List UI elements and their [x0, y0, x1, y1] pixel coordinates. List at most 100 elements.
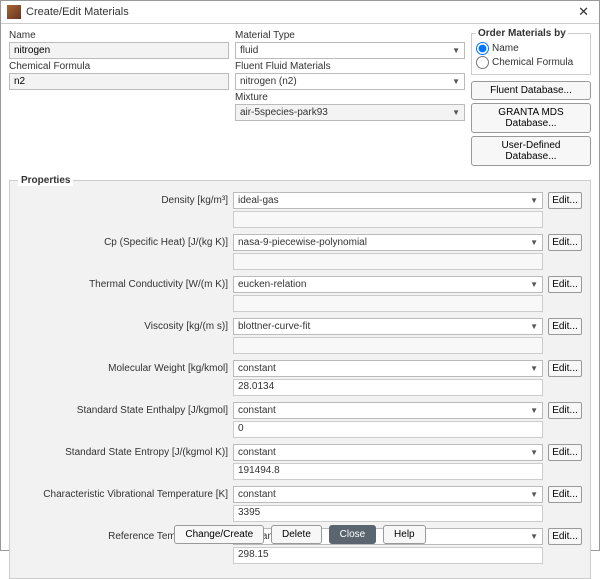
name-input[interactable]: [9, 42, 229, 59]
property-edit-button[interactable]: Edit...: [548, 402, 582, 419]
property-edit-button[interactable]: Edit...: [548, 360, 582, 377]
chevron-down-icon: ▼: [530, 364, 538, 373]
property-value-row: 0: [233, 421, 582, 438]
property-value-row: [233, 253, 582, 270]
property-row: Characteristic Vibrational Temperature […: [18, 486, 582, 503]
delete-button[interactable]: Delete: [271, 525, 322, 544]
property-value-row: 298.15: [233, 547, 582, 564]
fluid-materials-select[interactable]: nitrogen (n2) ▼: [235, 73, 465, 90]
fluent-database-button[interactable]: Fluent Database...: [471, 81, 591, 100]
spacer: [548, 379, 582, 396]
property-method-value: eucken-relation: [238, 279, 306, 290]
change-create-button[interactable]: Change/Create: [174, 525, 264, 544]
order-legend: Order Materials by: [476, 28, 568, 39]
property-method-select[interactable]: ideal-gas ▼: [233, 192, 543, 209]
order-by-formula[interactable]: Chemical Formula: [476, 56, 586, 69]
property-edit-button[interactable]: Edit...: [548, 234, 582, 251]
property-value-row: [233, 211, 582, 228]
order-formula-radio[interactable]: [476, 56, 489, 69]
chevron-down-icon: ▼: [530, 238, 538, 247]
property-value-input[interactable]: 0: [233, 421, 543, 438]
property-edit-button[interactable]: Edit...: [548, 486, 582, 503]
granta-database-button[interactable]: GRANTA MDS Database...: [471, 103, 591, 133]
chevron-down-icon: ▼: [530, 448, 538, 457]
chevron-down-icon: ▼: [452, 77, 460, 86]
property-row: Density [kg/m³] ideal-gas ▼ Edit...: [18, 192, 582, 209]
app-icon: [7, 5, 21, 19]
footer: Change/Create Delete Close Help: [1, 525, 599, 544]
property-method-value: constant: [238, 489, 276, 500]
property-method-value: ideal-gas: [238, 195, 279, 206]
order-name-radio[interactable]: [476, 42, 489, 55]
chevron-down-icon: ▼: [452, 108, 460, 117]
close-button[interactable]: Close: [329, 525, 377, 544]
mixture-select[interactable]: air-5species-park93 ▼: [235, 104, 465, 121]
user-database-button[interactable]: User-Defined Database...: [471, 136, 591, 166]
property-label: Thermal Conductivity [W/(m K)]: [18, 279, 228, 290]
material-type-select[interactable]: fluid ▼: [235, 42, 465, 59]
property-row: Standard State Enthalpy [J/kgmol]constan…: [18, 402, 582, 419]
property-row: Cp (Specific Heat) [J/(kg K)] nasa-9-piec…: [18, 234, 582, 251]
fluid-materials-label: Fluent Fluid Materials: [235, 61, 465, 72]
chevron-down-icon: ▼: [530, 322, 538, 331]
spacer: [548, 211, 582, 228]
property-row: Viscosity [kg/(m s)] blottner-curve-fit ▼ E…: [18, 318, 582, 335]
property-method-value: constant: [238, 363, 276, 374]
material-type-label: Material Type: [235, 30, 465, 41]
property-method-select[interactable]: constant ▼: [233, 360, 543, 377]
property-method-value: constant: [238, 447, 276, 458]
chevron-down-icon: ▼: [530, 280, 538, 289]
property-value-input: [233, 253, 543, 270]
property-method-select[interactable]: constant ▼: [233, 486, 543, 503]
properties-list: Density [kg/m³]ideal-gas▼Edit...Cp (Spec…: [18, 192, 582, 564]
property-method-select[interactable]: blottner-curve-fit ▼: [233, 318, 543, 335]
property-label: Cp (Specific Heat) [J/(kg K)]: [18, 237, 228, 248]
property-value-input[interactable]: 191494.8: [233, 463, 543, 480]
property-value-input: [233, 337, 543, 354]
material-type-value: fluid: [240, 45, 258, 56]
order-by-name[interactable]: Name: [476, 42, 586, 55]
fluid-materials-value: nitrogen (n2): [240, 76, 297, 87]
close-icon[interactable]: ✕: [574, 4, 593, 20]
property-method-value: blottner-curve-fit: [238, 321, 310, 332]
spacer: [548, 547, 582, 564]
property-row: Molecular Weight [kg/kmol] constant ▼ Edit.…: [18, 360, 582, 377]
property-method-select[interactable]: constant▼: [233, 402, 543, 419]
property-method-select[interactable]: nasa-9-piecewise-polynomial▼: [233, 234, 543, 251]
col-mid: Material Type fluid ▼ Fluent Fluid Mater…: [235, 28, 465, 169]
chevron-down-icon: ▼: [530, 490, 538, 499]
name-label: Name: [9, 30, 229, 41]
help-button[interactable]: Help: [383, 525, 426, 544]
titlebar: Create/Edit Materials ✕: [1, 1, 599, 24]
formula-input[interactable]: [9, 73, 229, 90]
spacer: [548, 253, 582, 270]
property-value-input[interactable]: 298.15: [233, 547, 543, 564]
property-label: Viscosity [kg/(m s)]: [18, 321, 228, 332]
property-value-row: [233, 295, 582, 312]
property-value-row: 191494.8: [233, 463, 582, 480]
property-value-row: [233, 337, 582, 354]
property-method-select[interactable]: eucken-relation ▼: [233, 276, 543, 293]
dialog: Create/Edit Materials ✕ Name Chemical Fo…: [0, 0, 600, 551]
property-label: Characteristic Vibrational Temperature […: [18, 489, 228, 500]
col-right: Order Materials by Name Chemical Formula…: [471, 28, 591, 169]
property-label: Density [kg/m³]: [18, 195, 228, 206]
db-buttons: Fluent Database... GRANTA MDS Database..…: [471, 81, 591, 166]
order-formula-label: Chemical Formula: [492, 57, 573, 68]
property-edit-button[interactable]: Edit...: [548, 192, 582, 209]
chevron-down-icon: ▼: [530, 406, 538, 415]
chevron-down-icon: ▼: [530, 196, 538, 205]
property-edit-button[interactable]: Edit...: [548, 318, 582, 335]
property-row: Standard State Entropy [J/(kgmol K)]cons…: [18, 444, 582, 461]
col-left: Name Chemical Formula: [9, 28, 229, 169]
property-value-input[interactable]: 28.0134: [233, 379, 543, 396]
chevron-down-icon: ▼: [452, 46, 460, 55]
property-method-select[interactable]: constant ▼: [233, 444, 543, 461]
dialog-title: Create/Edit Materials: [26, 6, 574, 18]
mixture-label: Mixture: [235, 92, 465, 103]
property-value-input[interactable]: 3395: [233, 505, 543, 522]
content: Name Chemical Formula Material Type flui…: [1, 24, 599, 579]
property-edit-button[interactable]: Edit...: [548, 444, 582, 461]
property-label: Molecular Weight [kg/kmol]: [18, 363, 228, 374]
property-edit-button[interactable]: Edit...: [548, 276, 582, 293]
